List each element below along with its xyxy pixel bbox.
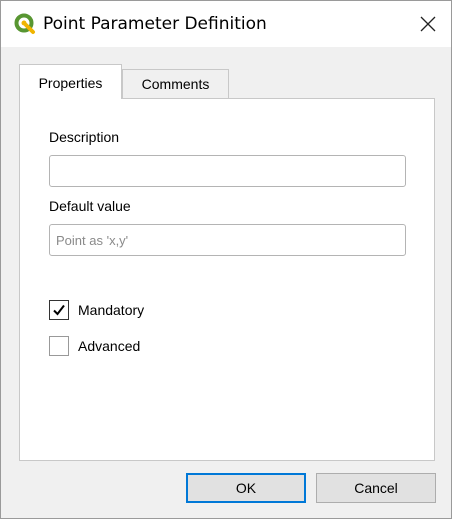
window-title: Point Parameter Definition: [43, 14, 267, 34]
mandatory-label: Mandatory: [78, 302, 145, 318]
default-value-input[interactable]: [49, 224, 406, 256]
description-label: Description: [49, 129, 120, 145]
tab-comments[interactable]: Comments: [122, 69, 229, 99]
advanced-label: Advanced: [78, 338, 141, 354]
properties-panel: Description Default value Mandatory Adva…: [19, 98, 435, 461]
close-button[interactable]: [405, 5, 451, 43]
mandatory-checkbox-row[interactable]: Mandatory: [49, 299, 144, 321]
title-bar[interactable]: Point Parameter Definition: [1, 1, 451, 47]
checkmark-icon: [53, 304, 65, 316]
advanced-checkbox[interactable]: [49, 336, 69, 356]
advanced-checkbox-row[interactable]: Advanced: [49, 335, 140, 357]
tab-properties[interactable]: Properties: [19, 64, 122, 99]
tab-bar: Properties Comments: [19, 64, 439, 99]
ok-button[interactable]: OK: [186, 473, 306, 503]
default-value-label: Default value: [49, 198, 131, 214]
cancel-button[interactable]: Cancel: [316, 473, 436, 503]
close-icon: [420, 16, 436, 32]
mandatory-checkbox[interactable]: [49, 300, 69, 320]
dialog-window: Point Parameter Definition Properties Co…: [0, 0, 452, 519]
description-input[interactable]: [49, 155, 406, 187]
qgis-icon: [14, 13, 35, 34]
